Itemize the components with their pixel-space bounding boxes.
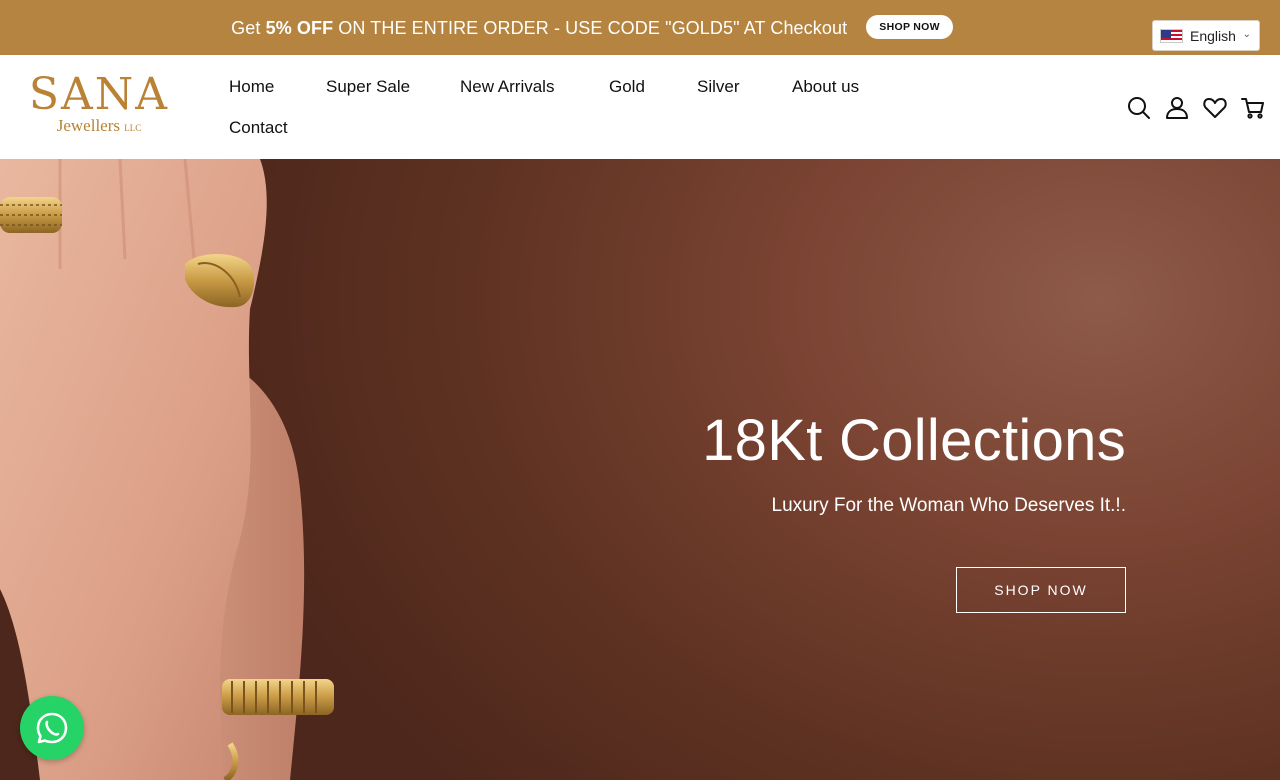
announcement-suffix: ON THE ENTIRE ORDER - USE CODE "GOLD5" A… xyxy=(333,17,848,38)
cart-icon[interactable] xyxy=(1240,95,1266,121)
hero-banner: 18Kt Collections Luxury For the Woman Wh… xyxy=(0,159,1280,780)
whatsapp-chat-button[interactable] xyxy=(20,696,84,760)
us-flag-icon xyxy=(1160,28,1183,43)
announcement-shop-now-button[interactable]: SHOP NOW xyxy=(866,15,953,39)
logo-suffix: LLC xyxy=(124,123,142,133)
site-header: SANA Jewellers LLC Home Super Sale New A… xyxy=(0,55,1280,159)
language-label: English xyxy=(1190,27,1236,44)
announcement-text: Get 5% OFF ON THE ENTIRE ORDER - USE COD… xyxy=(0,15,1280,41)
nav-item-super-sale[interactable]: Super Sale xyxy=(326,77,410,97)
announcement-bar: Get 5% OFF ON THE ENTIRE ORDER - USE COD… xyxy=(0,0,1280,55)
nav-item-about-us[interactable]: About us xyxy=(792,77,859,97)
hero-subtitle: Luxury For the Woman Who Deserves It.!. xyxy=(771,495,1126,516)
account-icon[interactable] xyxy=(1164,95,1190,121)
logo[interactable]: SANA Jewellers LLC xyxy=(24,73,174,138)
logo-main-text: SANA xyxy=(28,69,170,120)
wishlist-icon[interactable] xyxy=(1202,95,1228,121)
logo-sub-word: Jewellers xyxy=(56,116,120,135)
hero-hands-image xyxy=(0,159,334,780)
announcement-highlight: 5% OFF xyxy=(265,17,334,38)
nav-item-gold[interactable]: Gold xyxy=(609,77,645,97)
announcement-prefix: Get xyxy=(231,17,266,38)
whatsapp-icon xyxy=(36,712,68,744)
nav-item-new-arrivals[interactable]: New Arrivals xyxy=(460,77,554,97)
search-icon[interactable] xyxy=(1126,95,1152,121)
nav-item-home[interactable]: Home xyxy=(229,77,274,97)
header-icons xyxy=(1126,95,1278,121)
nav-item-silver[interactable]: Silver xyxy=(697,77,740,97)
nav-item-contact[interactable]: Contact xyxy=(229,118,288,138)
hero-shop-now-button[interactable]: SHOP NOW xyxy=(956,567,1126,613)
hero-title: 18Kt Collections xyxy=(702,408,1126,473)
chevron-down-icon: ⌄ xyxy=(1242,29,1251,40)
language-selector[interactable]: English ⌄ xyxy=(1152,20,1260,51)
